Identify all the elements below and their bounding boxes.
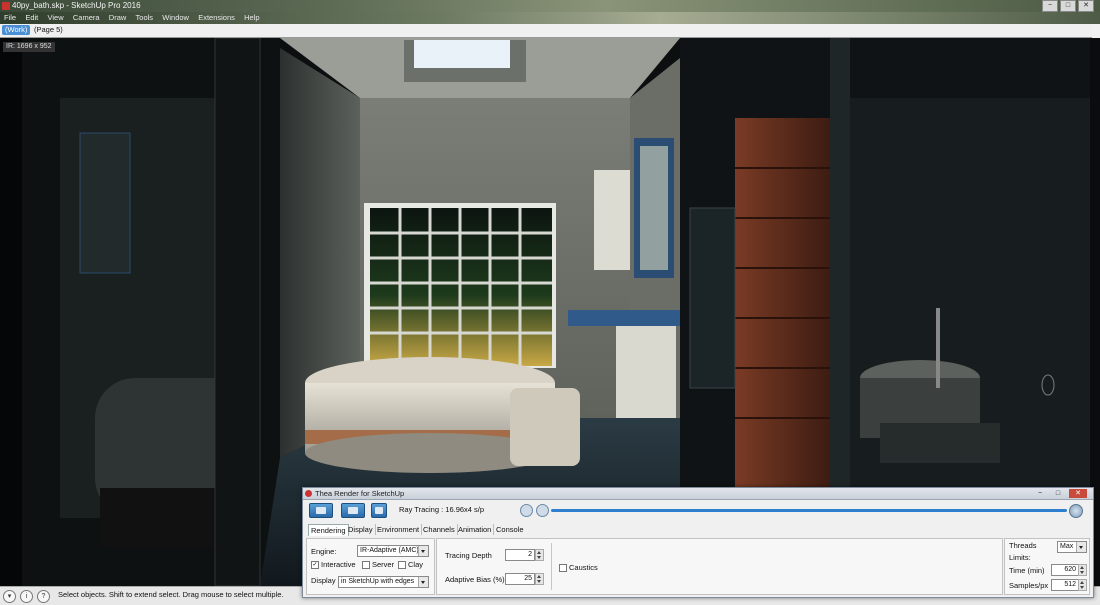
scene-tab-work[interactable]: (Work) [2,25,31,35]
menu-help[interactable]: Help [244,13,259,22]
chevron-down-icon [418,577,428,587]
tab-display[interactable]: Display [346,524,376,535]
help-icon[interactable]: ? [37,590,50,603]
menu-bar: File Edit View Camera Draw Tools Window … [0,12,1100,24]
render-size-label: IR: 1696 x 952 [3,42,55,52]
time-label: Time (min) [1009,566,1045,575]
minimize-button[interactable]: − [1042,0,1058,12]
adaptive-bias-label: Adaptive Bias (%) [445,575,505,584]
progress-end-icon[interactable] [1069,504,1083,518]
render-save-button[interactable] [371,503,387,518]
time-stepper[interactable] [1078,564,1087,576]
interactive-checkbox[interactable]: ✓ [311,561,319,569]
menu-window[interactable]: Window [162,13,189,22]
engine-select-value: IR-Adaptive (AMC) [360,547,419,554]
scene-tab-page-5[interactable]: (Page 5) [31,25,66,35]
thea-title-bar[interactable]: Thea Render for SketchUp − □ ✕ [303,488,1093,500]
render-status-text: Ray Tracing : 16.96x4 s/p [399,505,485,514]
samples-stepper[interactable] [1078,579,1087,591]
window-title-bar: 40py_bath.skp - SketchUp Pro 2016 − □ ✕ [0,0,1100,12]
caustics-label: Caustics [569,563,598,572]
sketchup-app-icon [2,2,10,10]
render-icon [316,507,326,514]
limits-group: Threads Max Limits: Time (min) 620 Sampl… [1004,538,1090,595]
pause-button[interactable] [536,504,549,517]
thea-maximize-button[interactable]: □ [1049,489,1067,498]
adaptive-bias-stepper[interactable] [535,573,544,585]
engine-select[interactable]: IR-Adaptive (AMC) [357,545,429,557]
threads-select[interactable]: Max [1057,541,1087,553]
server-label: Server [372,560,395,569]
play-button[interactable] [520,504,533,517]
render-camera-button[interactable] [341,503,365,518]
scene-tabs-bar: (Work) (Page 5) [0,24,1100,38]
display-select-value: in SketchUp with edges [341,578,415,585]
camera-icon [348,507,358,514]
menu-file[interactable]: File [4,13,16,22]
samples-label: Samples/px [1009,581,1049,590]
limits-label: Limits: [1009,553,1031,562]
display-select[interactable]: in SketchUp with edges [338,576,429,588]
engine-label: Engine: [311,547,337,556]
tab-rendering[interactable]: Rendering [308,524,349,536]
menu-tools[interactable]: Tools [136,13,154,22]
maximize-button[interactable]: □ [1060,0,1076,12]
thea-render-panel: Thea Render for SketchUp − □ ✕ Ray Traci… [302,487,1094,598]
tab-environment[interactable]: Environment [375,524,423,535]
thea-logo-icon [305,490,312,497]
tab-animation[interactable]: Animation [456,524,495,535]
clay-label: Clay [408,560,424,569]
close-button[interactable]: ✕ [1078,0,1094,12]
render-start-button[interactable] [309,503,333,518]
save-icon [375,507,383,514]
threads-label: Threads [1009,541,1037,550]
tracing-depth-label: Tracing Depth [445,551,492,560]
chevron-down-icon [1076,542,1086,552]
display-label: Display [311,576,336,585]
tab-console[interactable]: Console [494,524,526,535]
caustics-checkbox[interactable] [559,564,567,572]
group-divider [551,543,552,590]
menu-edit[interactable]: Edit [25,13,38,22]
adaptive-bias-input[interactable]: 25 [505,573,535,585]
tracing-depth-input[interactable]: 2 [505,549,535,561]
credits-icon[interactable]: i [20,590,33,603]
tracing-depth-stepper[interactable] [535,549,544,561]
tracing-group: Tracing Depth 2 Adaptive Bias (%) 25 Cau… [436,538,1003,595]
menu-camera[interactable]: Camera [73,13,100,22]
thea-close-button[interactable]: ✕ [1069,489,1087,498]
menu-draw[interactable]: Draw [109,13,127,22]
status-text: Select objects. Shift to extend select. … [58,590,284,599]
chevron-down-icon [418,546,428,556]
menu-view[interactable]: View [48,13,64,22]
thea-minimize-button[interactable]: − [1031,489,1049,498]
geo-location-icon[interactable]: ▾ [3,590,16,603]
threads-select-value: Max [1060,543,1074,550]
window-title: 40py_bath.skp - SketchUp Pro 2016 [12,1,141,10]
tab-channels[interactable]: Channels [421,524,458,535]
interactive-label: Interactive [321,560,356,569]
server-checkbox[interactable] [362,561,370,569]
clay-checkbox[interactable] [398,561,406,569]
time-input[interactable]: 620 [1051,564,1079,576]
thea-title: Thea Render for SketchUp [315,489,405,498]
samples-input[interactable]: 512 [1051,579,1079,591]
window-controls: − □ ✕ [1042,0,1094,12]
render-progress-bar [551,509,1067,512]
menu-extensions[interactable]: Extensions [198,13,235,22]
engine-group: Engine: IR-Adaptive (AMC) ✓ Interactive … [306,538,435,595]
